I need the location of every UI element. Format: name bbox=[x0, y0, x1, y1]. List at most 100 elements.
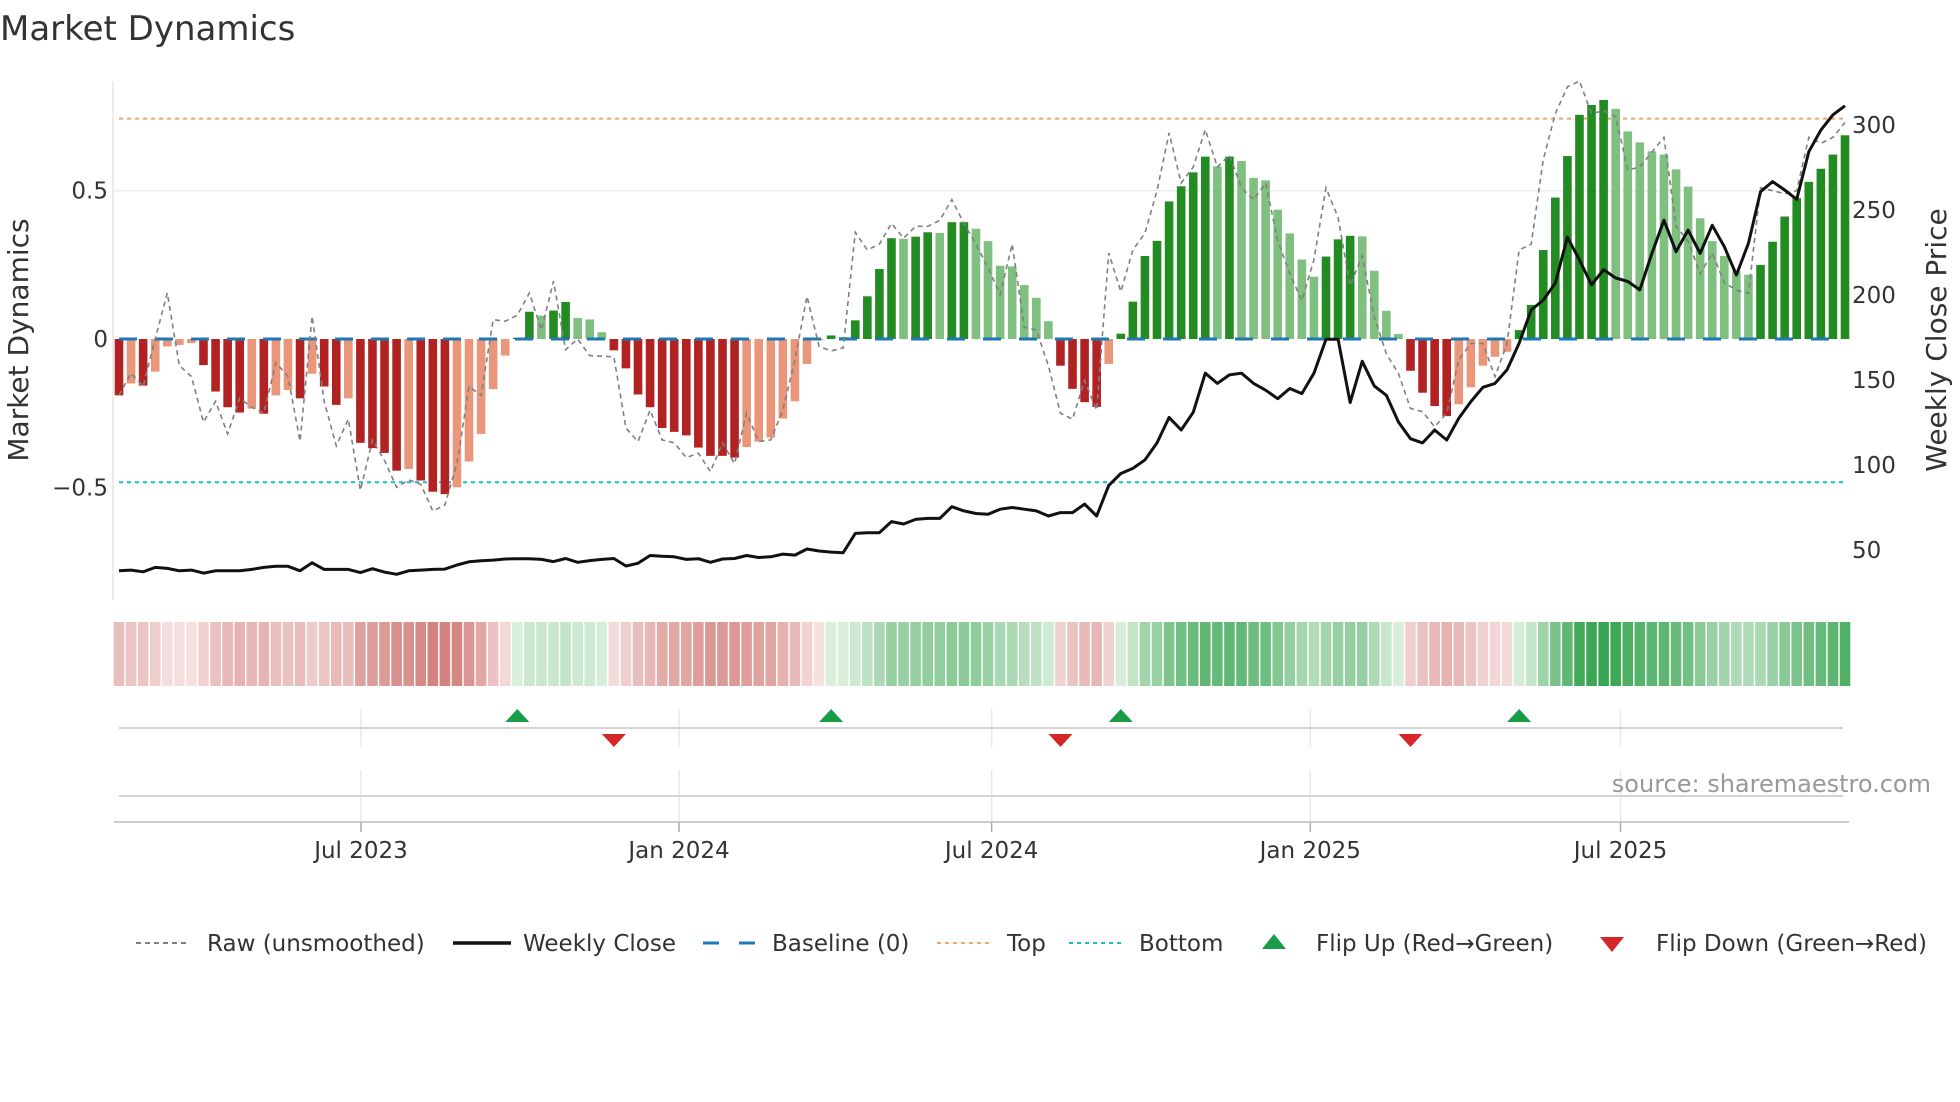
strip-cell bbox=[934, 622, 946, 686]
legend-label: Flip Down (Green→Red) bbox=[1656, 931, 1927, 957]
strip-cell bbox=[1839, 622, 1851, 686]
strip-cell bbox=[1055, 622, 1066, 686]
strip-cell bbox=[1441, 622, 1452, 686]
strip-cell bbox=[403, 622, 414, 686]
momentum-bar bbox=[404, 339, 413, 469]
momentum-bar bbox=[657, 339, 667, 428]
right-tick-label: 150 bbox=[1852, 368, 1896, 394]
strip-cell bbox=[1139, 622, 1151, 686]
momentum-bar bbox=[1466, 339, 1476, 388]
strip-cell bbox=[572, 622, 583, 686]
legend-label: Baseline (0) bbox=[772, 931, 909, 957]
momentum-bar bbox=[1056, 339, 1065, 366]
momentum-bar bbox=[766, 339, 776, 438]
strip-cell bbox=[282, 622, 294, 686]
momentum-bar bbox=[1804, 181, 1814, 340]
strip-cell bbox=[415, 622, 427, 686]
strip-cell bbox=[729, 622, 740, 686]
momentum-bar bbox=[1732, 271, 1741, 340]
momentum-bar bbox=[1635, 142, 1645, 340]
strip-cell bbox=[451, 622, 463, 686]
strip-cell bbox=[753, 622, 765, 686]
momentum-bar bbox=[863, 296, 872, 340]
strip-cell bbox=[548, 622, 559, 686]
strip-cell bbox=[1175, 622, 1187, 686]
legend-label: Flip Up (Red→Green) bbox=[1316, 931, 1553, 957]
momentum-bar bbox=[1249, 177, 1258, 340]
strip-cell bbox=[1537, 622, 1549, 686]
strip-cell bbox=[125, 622, 137, 686]
strip-cell bbox=[584, 622, 596, 686]
momentum-bar bbox=[1828, 154, 1838, 340]
momentum-bar bbox=[1321, 256, 1331, 340]
strip-cell bbox=[137, 622, 149, 686]
momentum-bar bbox=[1623, 131, 1633, 340]
strip-cell bbox=[1163, 622, 1175, 686]
strip-cell bbox=[1513, 622, 1525, 686]
strip-cell bbox=[1224, 622, 1235, 686]
momentum-bar bbox=[1104, 339, 1114, 364]
momentum-bar bbox=[850, 320, 860, 340]
momentum-bar bbox=[283, 339, 293, 391]
strip-cell bbox=[825, 622, 837, 686]
strip-cell bbox=[1682, 622, 1694, 686]
momentum-bar bbox=[295, 339, 305, 399]
strip-cell bbox=[1658, 622, 1670, 686]
strip-cell bbox=[596, 622, 608, 686]
strip-cell bbox=[1031, 622, 1042, 686]
flip-up-marker bbox=[819, 709, 844, 722]
momentum-bar bbox=[1683, 186, 1693, 340]
strip-cell bbox=[765, 622, 777, 686]
momentum-bar bbox=[452, 339, 462, 488]
momentum-bar bbox=[1164, 201, 1174, 340]
strip-cell bbox=[1743, 622, 1754, 686]
strip-cell bbox=[1706, 622, 1718, 686]
momentum-bar bbox=[319, 339, 329, 387]
legend-item-flip_down: Flip Down (Green→Red) bbox=[1600, 931, 1927, 957]
right-tick-label: 200 bbox=[1852, 283, 1896, 309]
strip-cell bbox=[475, 622, 487, 686]
flip-up-icon bbox=[1262, 934, 1286, 949]
strip-cell bbox=[1755, 622, 1766, 686]
momentum-bar bbox=[742, 339, 751, 447]
strip-cell bbox=[186, 622, 197, 686]
strip-cell bbox=[994, 622, 1006, 686]
strip-cell bbox=[270, 622, 282, 686]
strip-cell bbox=[1248, 622, 1259, 686]
strip-cell bbox=[439, 622, 451, 686]
market-dynamics-chart: Market Dynamics 0.5 0 −0.5 50 100 150 200 250 3… bbox=[0, 9, 1953, 957]
strip-cell bbox=[560, 622, 571, 686]
flip-down-icon bbox=[1600, 937, 1624, 952]
strip-cell bbox=[1115, 622, 1127, 686]
strip-cell bbox=[620, 622, 632, 686]
strip-cell bbox=[1586, 622, 1597, 686]
right-axis-label: Weekly Close Price bbox=[1920, 208, 1953, 471]
momentum-bar bbox=[1599, 99, 1608, 340]
momentum-bar bbox=[1128, 301, 1138, 340]
momentum-bar bbox=[1333, 239, 1343, 340]
strip-cell bbox=[656, 622, 668, 686]
strip-cell bbox=[210, 622, 221, 686]
momentum-bar bbox=[1032, 297, 1041, 340]
momentum-bar bbox=[983, 241, 993, 340]
strip-cell bbox=[1489, 622, 1501, 686]
momentum-bar bbox=[1671, 169, 1681, 340]
strip-cell bbox=[1429, 622, 1440, 686]
legend: Raw (unsmoothed) Weekly Close Baseline (0)… bbox=[136, 931, 1927, 957]
legend-label: Bottom bbox=[1139, 931, 1223, 957]
strip-cell bbox=[512, 622, 523, 686]
strip-cell bbox=[1308, 622, 1320, 686]
strip-cell bbox=[1296, 622, 1308, 686]
strip-cell bbox=[343, 622, 354, 686]
momentum-bar bbox=[1720, 255, 1729, 340]
strip-cell bbox=[644, 622, 656, 686]
momentum-bar bbox=[1092, 339, 1101, 407]
strip-cell bbox=[1465, 622, 1477, 686]
strip-cell bbox=[1103, 622, 1115, 686]
momentum-bar bbox=[1442, 339, 1451, 417]
reference-lines bbox=[119, 117, 1843, 484]
momentum-bar bbox=[440, 339, 450, 495]
momentum-bar bbox=[633, 339, 643, 395]
strip-cell bbox=[1272, 622, 1284, 686]
flip-up-marker bbox=[1507, 709, 1532, 722]
